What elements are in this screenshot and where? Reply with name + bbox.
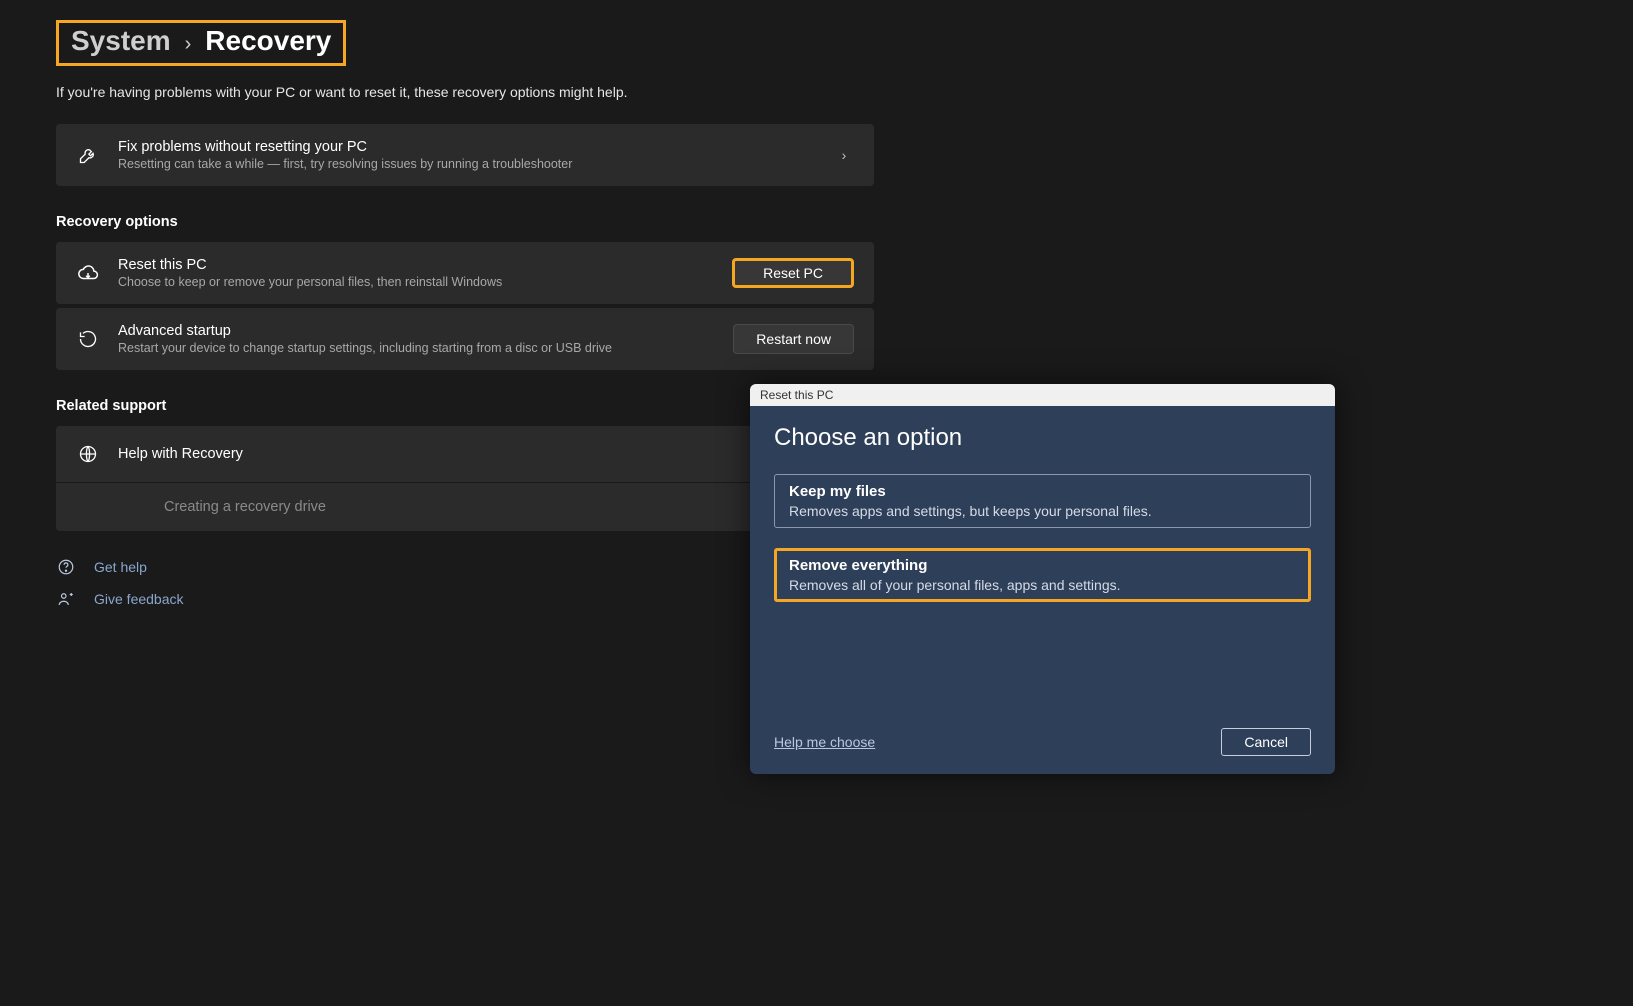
option-keep-desc: Removes apps and settings, but keeps you… [789,503,1296,519]
restart-icon [76,327,100,351]
help-icon [56,557,76,577]
chevron-right-icon: › [185,33,192,56]
advanced-title: Advanced startup [118,323,715,339]
reset-pc-dialog: Reset this PC Choose an option Keep my f… [750,384,1335,774]
give-feedback-label: Give feedback [94,591,184,607]
troubleshoot-card[interactable]: Fix problems without resetting your PC R… [56,124,874,186]
recovery-options-heading: Recovery options [56,214,874,230]
option-keep-my-files[interactable]: Keep my files Removes apps and settings,… [774,474,1311,528]
dialog-titlebar: Reset this PC [750,384,1335,406]
reset-pc-button[interactable]: Reset PC [732,258,854,288]
help-me-choose-link[interactable]: Help me choose [774,734,875,750]
troubleshoot-desc: Resetting can take a while — first, try … [118,157,816,171]
help-with-recovery-label: Help with Recovery [118,446,243,462]
breadcrumb-parent[interactable]: System [71,25,171,57]
page-subtitle: If you're having problems with your PC o… [56,84,874,100]
option-remove-desc: Removes all of your personal files, apps… [789,577,1296,593]
reset-pc-title: Reset this PC [118,257,714,273]
option-keep-title: Keep my files [789,483,1296,500]
restart-now-button[interactable]: Restart now [733,324,854,354]
cloud-download-icon [76,261,100,285]
reset-pc-card: Reset this PC Choose to keep or remove y… [56,242,874,304]
globe-icon [76,442,100,466]
feedback-icon [56,589,76,609]
option-remove-title: Remove everything [789,557,1296,574]
troubleshoot-title: Fix problems without resetting your PC [118,139,816,155]
recovery-drive-label: Creating a recovery drive [164,499,326,515]
advanced-desc: Restart your device to change startup se… [118,341,715,355]
option-remove-everything[interactable]: Remove everything Removes all of your pe… [774,548,1311,602]
wrench-icon [76,143,100,167]
breadcrumb-current: Recovery [205,25,331,57]
advanced-startup-card: Advanced startup Restart your device to … [56,308,874,370]
dialog-heading: Choose an option [774,424,1311,452]
get-help-label: Get help [94,559,147,575]
breadcrumb[interactable]: System › Recovery [56,20,346,66]
reset-pc-desc: Choose to keep or remove your personal f… [118,275,714,289]
cancel-button[interactable]: Cancel [1221,728,1311,756]
chevron-right-icon: › [834,147,854,163]
